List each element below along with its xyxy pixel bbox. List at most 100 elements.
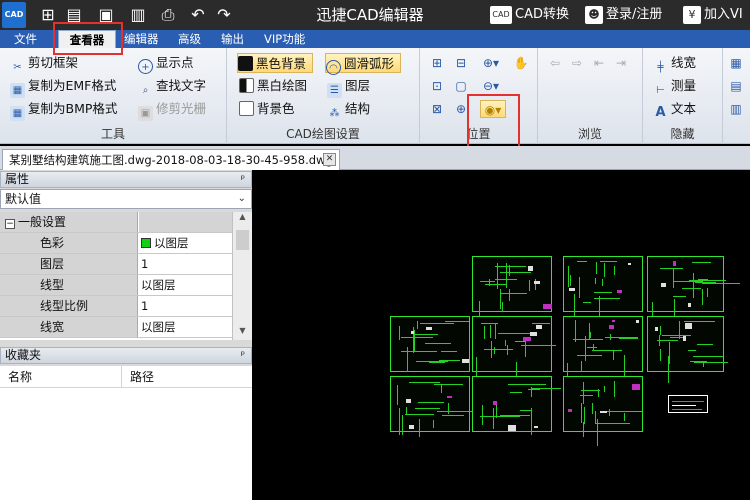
drawing-line <box>673 296 686 297</box>
drawing-line <box>585 336 586 361</box>
drawing-mark <box>632 384 640 390</box>
undo-icon[interactable]: ↶ <box>188 5 208 25</box>
cad-convert-button[interactable]: CAD CAD转换 <box>490 0 569 30</box>
forward-icon[interactable]: ⇨ <box>568 54 586 72</box>
fit-view-icon[interactable]: ⊞ <box>428 54 446 72</box>
bg-color-button[interactable]: 背景色 <box>239 99 295 119</box>
menu-advanced[interactable]: 高级 <box>178 30 201 48</box>
drawing-sheet <box>472 376 561 435</box>
show-points-label: 显示点 <box>156 55 194 70</box>
new-file-icon[interactable]: ⊞ <box>38 5 58 25</box>
zoom-highlight-icon[interactable]: ◉▾ <box>480 100 506 118</box>
login-button[interactable]: ☻ 登录/注册 <box>585 0 662 30</box>
drawing-mark <box>683 336 686 341</box>
menu-vip[interactable]: VIP功能 <box>264 30 305 48</box>
hand-icon[interactable]: ✋ <box>512 54 530 72</box>
property-value[interactable]: 1 <box>139 254 232 274</box>
group-tools-label: 工具 <box>100 127 125 141</box>
zoom-realtime-icon[interactable]: ⊕ <box>452 100 470 118</box>
smooth-arc-button[interactable]: ◠ 圆滑弧形 <box>325 53 402 75</box>
open-file-icon[interactable]: ▤ <box>64 5 84 25</box>
property-row[interactable]: 线型比例 1 <box>0 296 232 317</box>
layers-label: 图层 <box>345 78 371 93</box>
text-button[interactable]: A 文本 <box>653 99 696 120</box>
snap-icon[interactable]: ▤ <box>727 77 745 95</box>
copy-bmp-button[interactable]: ▦ 复制为BMP格式 <box>10 99 117 121</box>
structure-button[interactable]: ⁂ 结构 <box>327 99 371 119</box>
print-icon[interactable]: ⎙ <box>158 5 178 25</box>
drawing-sheet <box>390 376 474 437</box>
drawing-line <box>669 342 670 364</box>
collapse-icon[interactable]: − <box>5 219 15 229</box>
save-icon[interactable]: ▣ <box>96 5 116 25</box>
grid-icon[interactable]: ▦ <box>727 54 745 72</box>
show-points-button[interactable]: + 显示点 <box>138 53 194 74</box>
menu-output[interactable]: 输出 <box>221 30 244 48</box>
scroll-down-icon[interactable]: ▼ <box>233 326 252 340</box>
zoom-extents-icon[interactable]: ⊠ <box>428 100 446 118</box>
menu-file[interactable]: 文件 <box>14 30 37 48</box>
linewidth-button[interactable]: ╪ 线宽 <box>653 53 696 73</box>
property-value[interactable]: 以图层 <box>139 317 232 337</box>
section-value <box>139 212 232 232</box>
drawing-mark <box>609 325 614 329</box>
property-row[interactable]: 线型 以图层 <box>0 275 232 296</box>
zoom-in-icon[interactable]: ⊕▾ <box>478 54 504 72</box>
property-row[interactable]: 图层 1 <box>0 254 232 275</box>
properties-section[interactable]: − 一般设置 <box>0 212 232 233</box>
properties-combo[interactable]: 默认值 ⌄ <box>0 189 252 209</box>
properties-scrollbar[interactable]: ▲ ▼ <box>232 212 252 340</box>
column-header-name[interactable]: 名称 <box>0 366 122 388</box>
measure-button[interactable]: ⊢ 测量 <box>653 76 696 96</box>
drawing-line <box>595 278 596 284</box>
drawing-line <box>602 279 603 286</box>
drawing-line <box>695 282 716 283</box>
drawing-line <box>401 337 433 338</box>
drawing-line <box>624 413 625 421</box>
document-tab-label: 某别墅结构建筑施工图.dwg-2018-08-03-18-30-45-958.d… <box>9 153 333 167</box>
drawing-line <box>692 262 711 263</box>
menu-editor[interactable]: 编辑器 <box>124 30 159 48</box>
property-row[interactable]: 色彩 以图层 <box>0 233 232 254</box>
property-value[interactable]: 1 <box>139 296 232 316</box>
drawing-line <box>595 423 630 424</box>
copy-emf-button[interactable]: ▦ 复制为EMF格式 <box>10 76 116 98</box>
column-header-path[interactable]: 路径 <box>122 366 252 388</box>
save-as-icon[interactable]: ▥ <box>128 5 148 25</box>
structure-label: 结构 <box>345 101 371 116</box>
back-icon[interactable]: ⇦ <box>546 54 564 72</box>
pin-icon[interactable]: ᵖ <box>241 172 245 187</box>
menu-viewer[interactable]: 查看器 <box>58 30 116 48</box>
drawing-line <box>402 415 403 435</box>
clip-frame-button[interactable]: ✂ 剪切框架 <box>10 53 78 73</box>
title-block-line <box>672 405 696 406</box>
pan-icon[interactable]: ⊟ <box>452 54 470 72</box>
redo-icon[interactable]: ↷ <box>214 5 234 25</box>
property-row[interactable]: 线宽 以图层 <box>0 317 232 338</box>
drawing-line <box>605 337 638 338</box>
black-bg-button[interactable]: 黑色背景 <box>237 53 314 73</box>
drawing-line <box>568 266 569 287</box>
drawing-line <box>425 343 451 344</box>
find-text-button[interactable]: ⌕ 查找文字 <box>138 76 206 96</box>
zoom-window-icon[interactable]: ⊡ <box>428 77 446 95</box>
scroll-up-icon[interactable]: ▲ <box>233 212 252 226</box>
property-value[interactable]: 以图层 <box>139 275 232 295</box>
zoom-region-icon[interactable]: ▢ <box>452 77 470 95</box>
drawing-mark <box>493 401 497 405</box>
scroll-thumb[interactable] <box>236 230 249 250</box>
property-value[interactable]: 以图层 <box>139 233 232 253</box>
drawing-line <box>607 411 642 412</box>
trim-raster-button[interactable]: ▣ 修剪光栅 <box>138 99 206 121</box>
layers-button[interactable]: ☰ 图层 <box>327 76 371 98</box>
color-swatch-icon <box>141 238 151 248</box>
zoom-out-icon[interactable]: ⊖▾ <box>478 77 504 95</box>
last-page-icon[interactable]: ⇥ <box>612 54 630 72</box>
first-page-icon[interactable]: ⇤ <box>590 54 608 72</box>
document-tab[interactable]: 某别墅结构建筑施工图.dwg-2018-08-03-18-30-45-958.d… <box>2 149 340 170</box>
ortho-icon[interactable]: ▥ <box>727 100 745 118</box>
pin-icon[interactable]: ᵖ <box>241 348 245 363</box>
vip-join-button[interactable]: ¥ 加入VI <box>683 0 743 30</box>
bw-drawing-button[interactable]: 黑白绘图 <box>239 76 307 96</box>
close-tab-icon[interactable]: ✕ <box>323 153 336 166</box>
